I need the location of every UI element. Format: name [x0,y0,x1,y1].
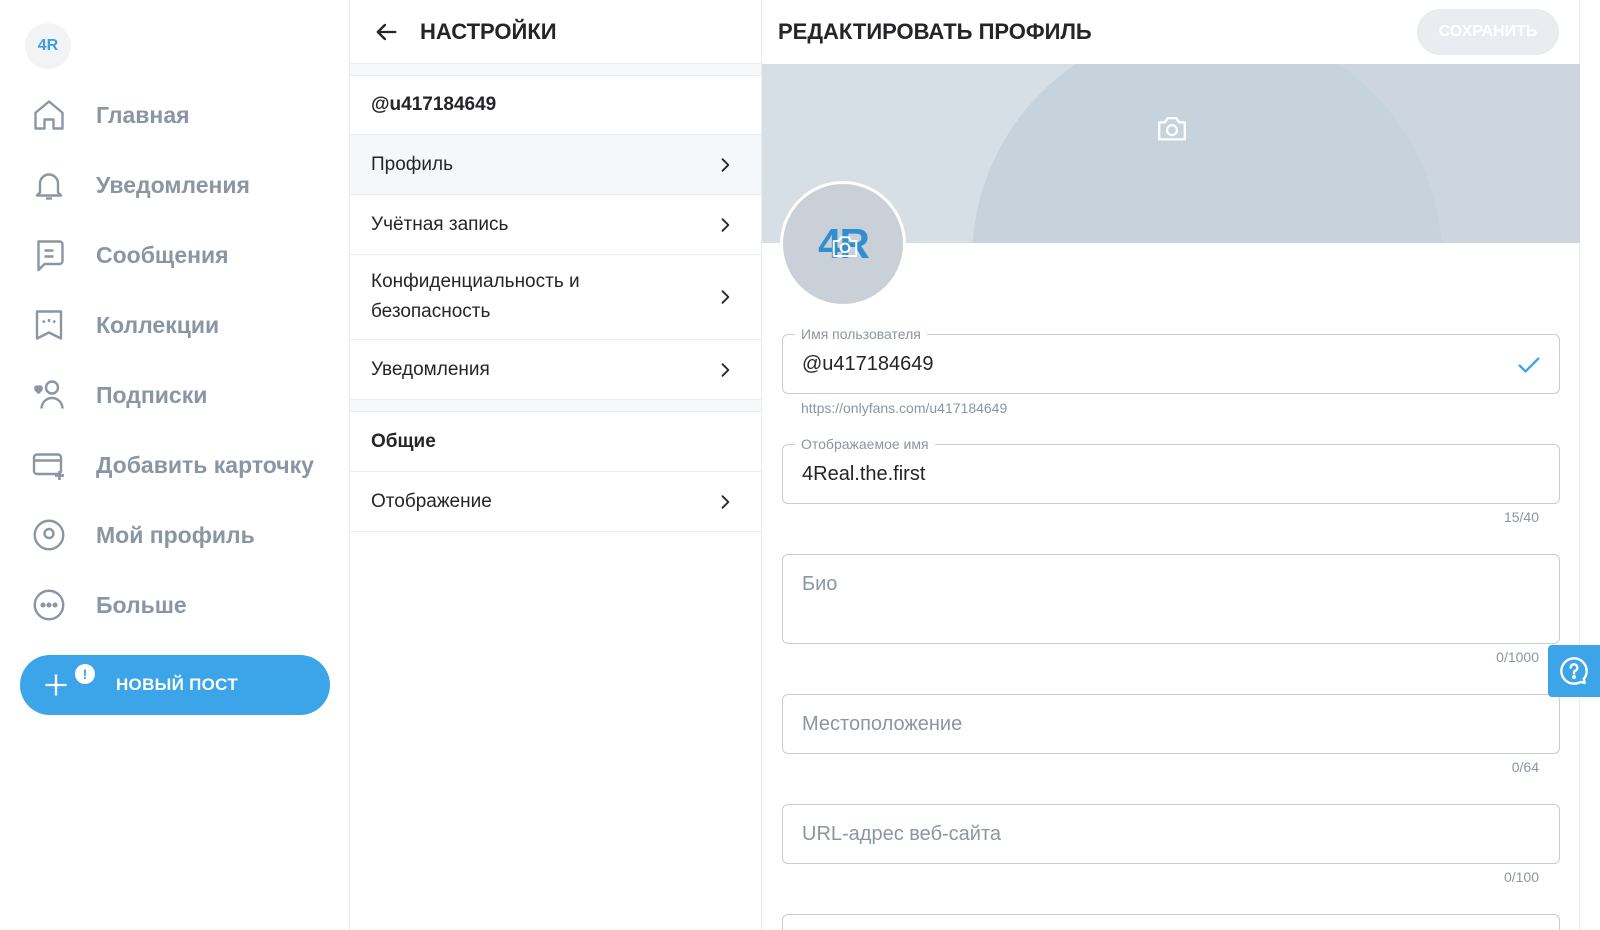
display-name-counter: 15/40 [1503,509,1539,525]
settings-item-notifications[interactable]: Уведомления [350,340,761,400]
nav-item-notifications[interactable]: Уведомления [0,150,350,220]
add-card-icon [31,447,67,483]
username-legend: Имя пользователя [795,326,927,342]
back-arrow-icon[interactable] [372,18,400,46]
cover-decoration [972,64,1442,243]
save-button[interactable]: СОХРАНИТЬ [1417,9,1559,55]
nav-item-subscriptions[interactable]: Подписки [0,360,350,430]
chevron-right-icon [721,217,730,232]
divider [350,400,761,412]
nav-item-more[interactable]: Больше [0,570,350,640]
nav-list: Главная Уведомления Сообщения Коллекции … [0,80,350,640]
location-field[interactable]: Местоположение [782,694,1560,754]
left-navigation: 4R Главная Уведомления Сообщения Коллекц… [0,0,350,930]
nav-item-label: Подписки [96,381,208,408]
profile-icon [31,517,67,553]
more-icon [31,587,67,623]
website-counter: 0/100 [1503,869,1539,885]
profile-url-hint: https://onlyfans.com/u417184649 [801,400,1008,416]
home-icon [31,97,67,133]
settings-item-label: Учётная запись [371,213,509,235]
nav-item-label: Добавить карточку [96,451,314,478]
subscriptions-icon [31,377,67,413]
chevron-right-icon [721,362,730,377]
section-title: Общие [371,430,436,452]
help-icon [1560,657,1588,685]
username-field[interactable]: Имя пользователя @u417184649 [782,326,1560,394]
nav-item-home[interactable]: Главная [0,80,350,150]
location-counter: 0/64 [1511,759,1539,775]
new-post-label: НОВЫЙ ПОСТ [115,675,239,694]
nav-item-my-profile[interactable]: Мой профиль [0,500,350,570]
settings-item-display[interactable]: Отображение [350,472,761,532]
bio-counter: 0/1000 [1496,649,1539,665]
message-icon [31,237,67,273]
location-placeholder: Местоположение [802,713,963,735]
display-name-field[interactable]: Отображаемое имя 4Real.the.first [782,436,1560,504]
check-icon [1518,357,1540,373]
settings-item-label: Отображение [371,490,492,512]
bio-placeholder: Био [802,573,838,595]
settings-item-label: Уведомления [371,358,490,380]
settings-item-profile[interactable]: Профиль [350,135,761,195]
divider [350,64,761,76]
avatar[interactable]: 4R [25,23,71,69]
collections-icon [31,307,67,343]
username-value: @u417184649 [802,353,934,375]
nav-item-label: Мой профиль [96,521,255,548]
bell-icon [31,167,67,203]
settings-item-privacy[interactable]: Конфиденциальность и безопасность [350,255,761,340]
bio-field[interactable]: Био [782,554,1560,644]
nav-item-label: Уведомления [96,171,250,198]
display-name-value: 4Real.the.first [802,463,926,485]
display-name-legend: Отображаемое имя [795,436,935,452]
edit-profile-panel: РЕДАКТИРОВАТЬ ПРОФИЛЬ СОХРАНИТЬ 4R Имя п… [762,0,1580,930]
settings-title: НАСТРОЙКИ [420,18,557,44]
settings-username: @u417184649 [350,76,761,135]
edit-profile-header: РЕДАКТИРОВАТЬ ПРОФИЛЬ СОХРАНИТЬ [762,0,1579,64]
settings-panel: НАСТРОЙКИ @u417184649 Профиль Учётная за… [350,0,762,930]
settings-item-account[interactable]: Учётная запись [350,195,761,255]
chevron-right-icon [721,494,730,509]
settings-item-label: Профиль [371,153,454,175]
nav-item-collections[interactable]: Коллекции [0,290,350,360]
nav-item-messages[interactable]: Сообщения [0,220,350,290]
new-post-button[interactable]: ! НОВЫЙ ПОСТ [20,655,330,715]
nav-item-label: Сообщения [96,241,229,268]
profile-avatar[interactable]: 4R [780,181,906,307]
next-field[interactable] [782,914,1560,930]
username-label: @u417184649 [371,94,497,115]
chevron-right-icon [721,157,730,172]
settings-item-label: Конфиденциальность и безопасность [371,271,580,322]
help-button[interactable] [1548,645,1600,697]
nav-item-label: Главная [96,101,190,128]
nav-item-label: Коллекции [96,311,220,338]
settings-section-general: Общие [350,412,761,472]
settings-header: НАСТРОЙКИ [350,0,761,64]
nav-item-add-card[interactable]: Добавить карточку [0,430,350,500]
camera-icon [832,236,858,257]
nav-item-label: Больше [96,591,187,618]
camera-icon[interactable] [1155,111,1189,145]
website-field[interactable]: URL-адрес веб-сайта [782,804,1560,864]
chevron-right-icon [721,290,730,304]
website-placeholder: URL-адрес веб-сайта [802,823,1002,845]
edit-profile-title: РЕДАКТИРОВАТЬ ПРОФИЛЬ [778,19,1092,44]
